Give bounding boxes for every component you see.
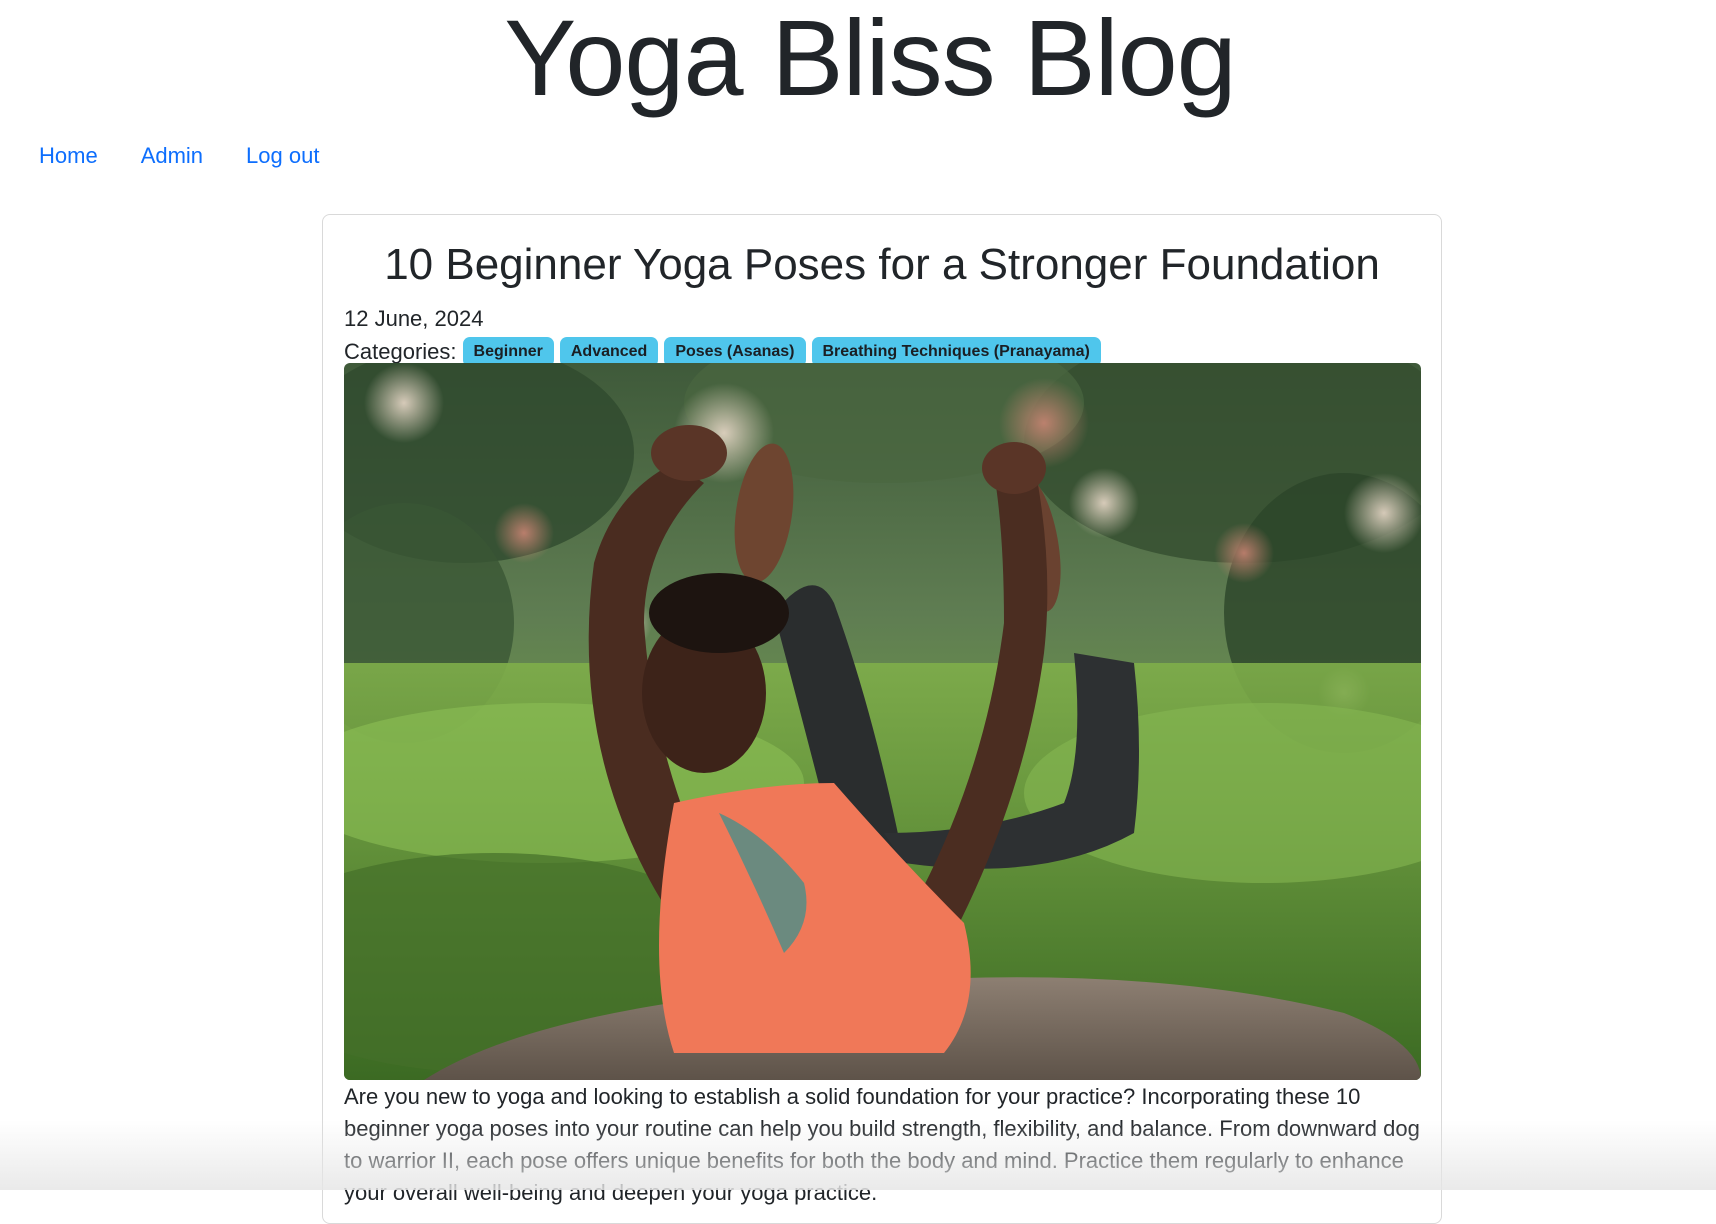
nav-admin-link[interactable]: Admin bbox=[141, 140, 203, 172]
site-title: Yoga Bliss Blog bbox=[504, 0, 1237, 118]
nav-home-link[interactable]: Home bbox=[39, 140, 98, 172]
post-date: 12 June, 2024 bbox=[344, 306, 484, 331]
main-nav: Home Admin Log out bbox=[39, 140, 362, 172]
post-card: 10 Beginner Yoga Poses for a Stronger Fo… bbox=[322, 214, 1442, 1224]
yoga-photo-illustration bbox=[344, 363, 1421, 1080]
post-hero-image bbox=[344, 363, 1421, 1080]
nav-logout-link[interactable]: Log out bbox=[246, 140, 319, 172]
post-title: 10 Beginner Yoga Poses for a Stronger Fo… bbox=[384, 240, 1380, 289]
